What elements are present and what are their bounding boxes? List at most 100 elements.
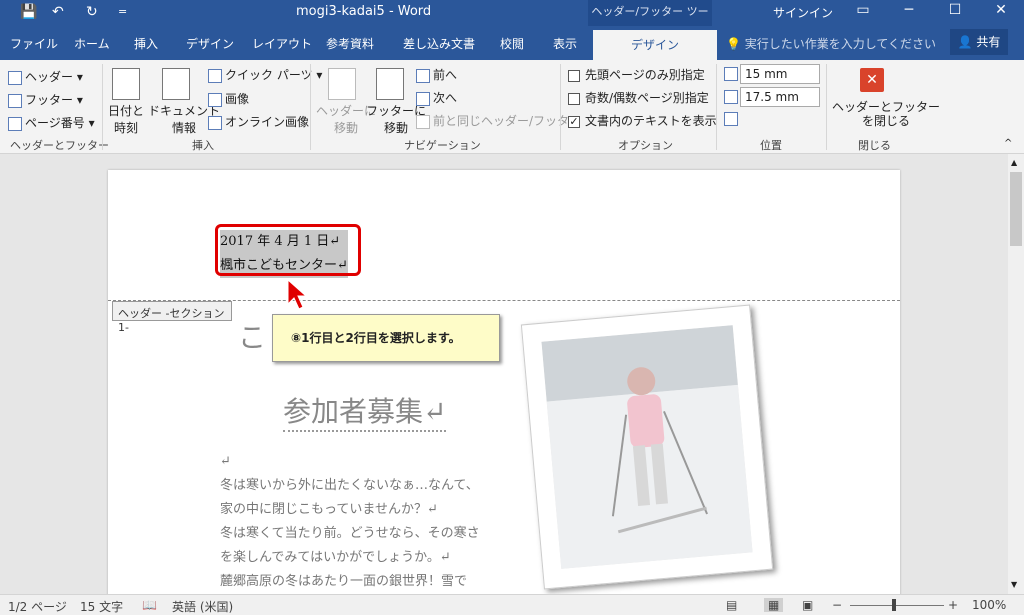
scroll-thumb[interactable] <box>1010 172 1022 246</box>
tab-insert[interactable]: 挿入 <box>134 35 158 52</box>
undo-icon[interactable]: ↶ <box>52 3 64 21</box>
close-window-button[interactable]: ✕ <box>986 2 1016 18</box>
group-label-insert: 挿入 <box>192 139 214 152</box>
proofing-icon[interactable]: 📖 <box>142 598 157 612</box>
tab-layout[interactable]: レイアウト <box>252 35 312 52</box>
body-line: 冬は寒くて当たり前。どうせなら、その寒さ <box>220 526 480 541</box>
tab-review[interactable]: 校閲 <box>500 35 524 52</box>
zoom-out-button[interactable]: − <box>832 598 842 612</box>
window-title: mogi3-kadai5 - Word <box>296 4 432 19</box>
body-paragraph: ↵ 冬は寒いから外に出たくないなぁ…なんて、 家の中に閉じこもっていませんか？↵… <box>220 450 480 594</box>
header-icon <box>8 70 22 85</box>
print-layout-icon[interactable]: ▦ <box>764 598 784 612</box>
tab-view[interactable]: 表示 <box>553 35 577 52</box>
tab-references[interactable]: 参考資料 <box>326 35 374 52</box>
body-line: 麓郷高原の冬はあたり一面の銀世界！雪で <box>220 574 468 589</box>
footer-position-spinner[interactable]: 17.5 mm <box>740 87 820 107</box>
group-label-options: オプション <box>618 139 673 152</box>
body-line: 家の中に閉じこもっていませんか？↵ <box>220 502 438 517</box>
body-heading-recruit: 参加者募集↵ <box>283 390 447 432</box>
quickparts-button[interactable]: クイック パーツ ▾ <box>208 66 322 83</box>
checkbox-unchecked <box>568 69 580 82</box>
web-layout-icon[interactable]: ▣ <box>802 598 813 612</box>
different-first-page-checkbox[interactable]: 先頭ページのみ別指定 <box>568 66 705 83</box>
collapse-ribbon-icon[interactable]: ^ <box>1004 138 1012 149</box>
minimize-button[interactable]: ─ <box>894 2 924 18</box>
page-count[interactable]: 1/2 ページ <box>8 598 67 615</box>
header-button[interactable]: ヘッダー ▾ <box>8 68 83 85</box>
scroll-up-icon[interactable]: ▲ <box>1011 158 1017 167</box>
tab-header-footer-design[interactable]: デザイン <box>593 30 718 60</box>
photo-image <box>541 325 753 569</box>
save-icon[interactable]: 💾 <box>20 3 37 21</box>
next-button[interactable]: 次へ <box>416 89 457 106</box>
zoom-slider-thumb[interactable] <box>892 599 896 611</box>
context-tab-label: ヘッダー/フッター ツール <box>588 0 712 42</box>
group-label-close: 閉じる <box>858 139 891 152</box>
picture-icon <box>208 92 222 107</box>
body-line: 冬は寒いから外に出たくないなぁ…なんて、 <box>220 478 479 493</box>
share-button[interactable]: 👤 共有 <box>950 29 1008 55</box>
footer-icon <box>8 93 22 108</box>
page-number-button[interactable]: ページ番号 ▾ <box>8 114 95 131</box>
footer-button[interactable]: フッター ▾ <box>8 91 83 108</box>
picture-button[interactable]: 画像 <box>208 90 249 107</box>
skier-illustration <box>541 325 753 569</box>
scroll-down-icon[interactable]: ▼ <box>1011 580 1017 589</box>
body-heading-partial: こ <box>238 321 267 354</box>
tab-file[interactable]: ファイル <box>10 35 58 52</box>
ribbon-tabs: ファイル ホーム 挿入 デザイン レイアウト 参考資料 差し込み文書 校閲 表示… <box>0 26 1024 60</box>
language-indicator[interactable]: 英語 (米国) <box>172 598 233 615</box>
tell-me-search[interactable]: 💡 実行したい作業を入力してください <box>726 35 936 52</box>
datetime-button[interactable]: 日付と 時刻 <box>108 102 144 136</box>
page-number-icon <box>8 116 22 131</box>
group-divider <box>560 64 561 150</box>
zoom-level[interactable]: 100% <box>972 598 1006 612</box>
instruction-callout: ⑧1行目と2行目を選択します。 <box>272 314 500 362</box>
close-header-footer-icon: ✕ <box>860 68 884 92</box>
insert-alignment-tab-icon[interactable] <box>724 112 738 126</box>
status-bar: 1/2 ページ 15 文字 📖 英語 (米国) ▤ ▦ ▣ − + 100% <box>0 594 1024 615</box>
word-count[interactable]: 15 文字 <box>80 598 123 615</box>
close-header-footer-button[interactable]: ヘッダーとフッター を閉じる <box>832 100 940 128</box>
selection-highlight-box <box>215 224 361 276</box>
skiing-child-photo <box>520 304 774 590</box>
group-divider <box>310 64 311 150</box>
title-bar: 💾 ↶ ↻ = mogi3-kadai5 - Word ヘッダー/フッター ツー… <box>0 0 1024 42</box>
redo-icon[interactable]: ↻ <box>86 3 98 21</box>
person-icon: 👤 <box>957 35 977 49</box>
next-icon <box>416 91 430 106</box>
link-icon <box>416 114 430 129</box>
link-previous-button[interactable]: 前と同じヘッダー/フッター <box>416 112 581 129</box>
lightbulb-icon: 💡 <box>726 37 745 51</box>
different-odd-even-checkbox[interactable]: 奇数/偶数ページ別指定 <box>568 89 709 106</box>
group-label-navigation: ナビゲーション <box>404 139 481 152</box>
ribbon-display-icon[interactable]: ▭ <box>848 2 878 18</box>
maximize-button[interactable]: ☐ <box>940 2 970 18</box>
document-info-icon <box>162 68 190 100</box>
footer-position-icon <box>724 90 738 104</box>
tab-home[interactable]: ホーム <box>74 35 110 52</box>
ribbon: ヘッダー ▾ フッター ▾ ページ番号 ▾ ヘッダーとフッター 日付と 時刻 ド… <box>0 60 1024 154</box>
zoom-slider[interactable] <box>850 605 944 606</box>
customize-qat-icon[interactable]: = <box>118 3 127 21</box>
signin-link[interactable]: サインイン <box>773 4 833 21</box>
checkmark-icon: ✓ <box>568 114 580 128</box>
read-mode-icon[interactable]: ▤ <box>726 598 737 612</box>
body-line: を楽しんでみてはいかがでしょうか。↵ <box>220 550 451 565</box>
tab-design[interactable]: デザイン <box>186 35 234 52</box>
group-label-position: 位置 <box>760 139 782 152</box>
vertical-scrollbar[interactable]: ▲ ▼ <box>1008 154 1024 594</box>
show-document-text-checkbox[interactable]: ✓ 文書内のテキストを表示 <box>568 112 717 129</box>
tab-mailings[interactable]: 差し込み文書 <box>403 35 475 52</box>
header-position-spinner[interactable]: 15 mm <box>740 64 820 84</box>
online-picture-button[interactable]: オンライン画像 <box>208 113 309 130</box>
calendar-icon <box>112 68 140 100</box>
document-area: ヘッダー -セクション 1- 2017 年 4 月 1 日↵ 楓市こどもセンター… <box>0 154 1008 594</box>
zoom-in-button[interactable]: + <box>948 598 958 612</box>
quickparts-icon <box>208 68 222 83</box>
group-divider <box>102 64 103 150</box>
header-section-tag: ヘッダー -セクション 1- <box>112 301 232 334</box>
previous-icon <box>416 68 430 83</box>
previous-button[interactable]: 前へ <box>416 66 457 83</box>
